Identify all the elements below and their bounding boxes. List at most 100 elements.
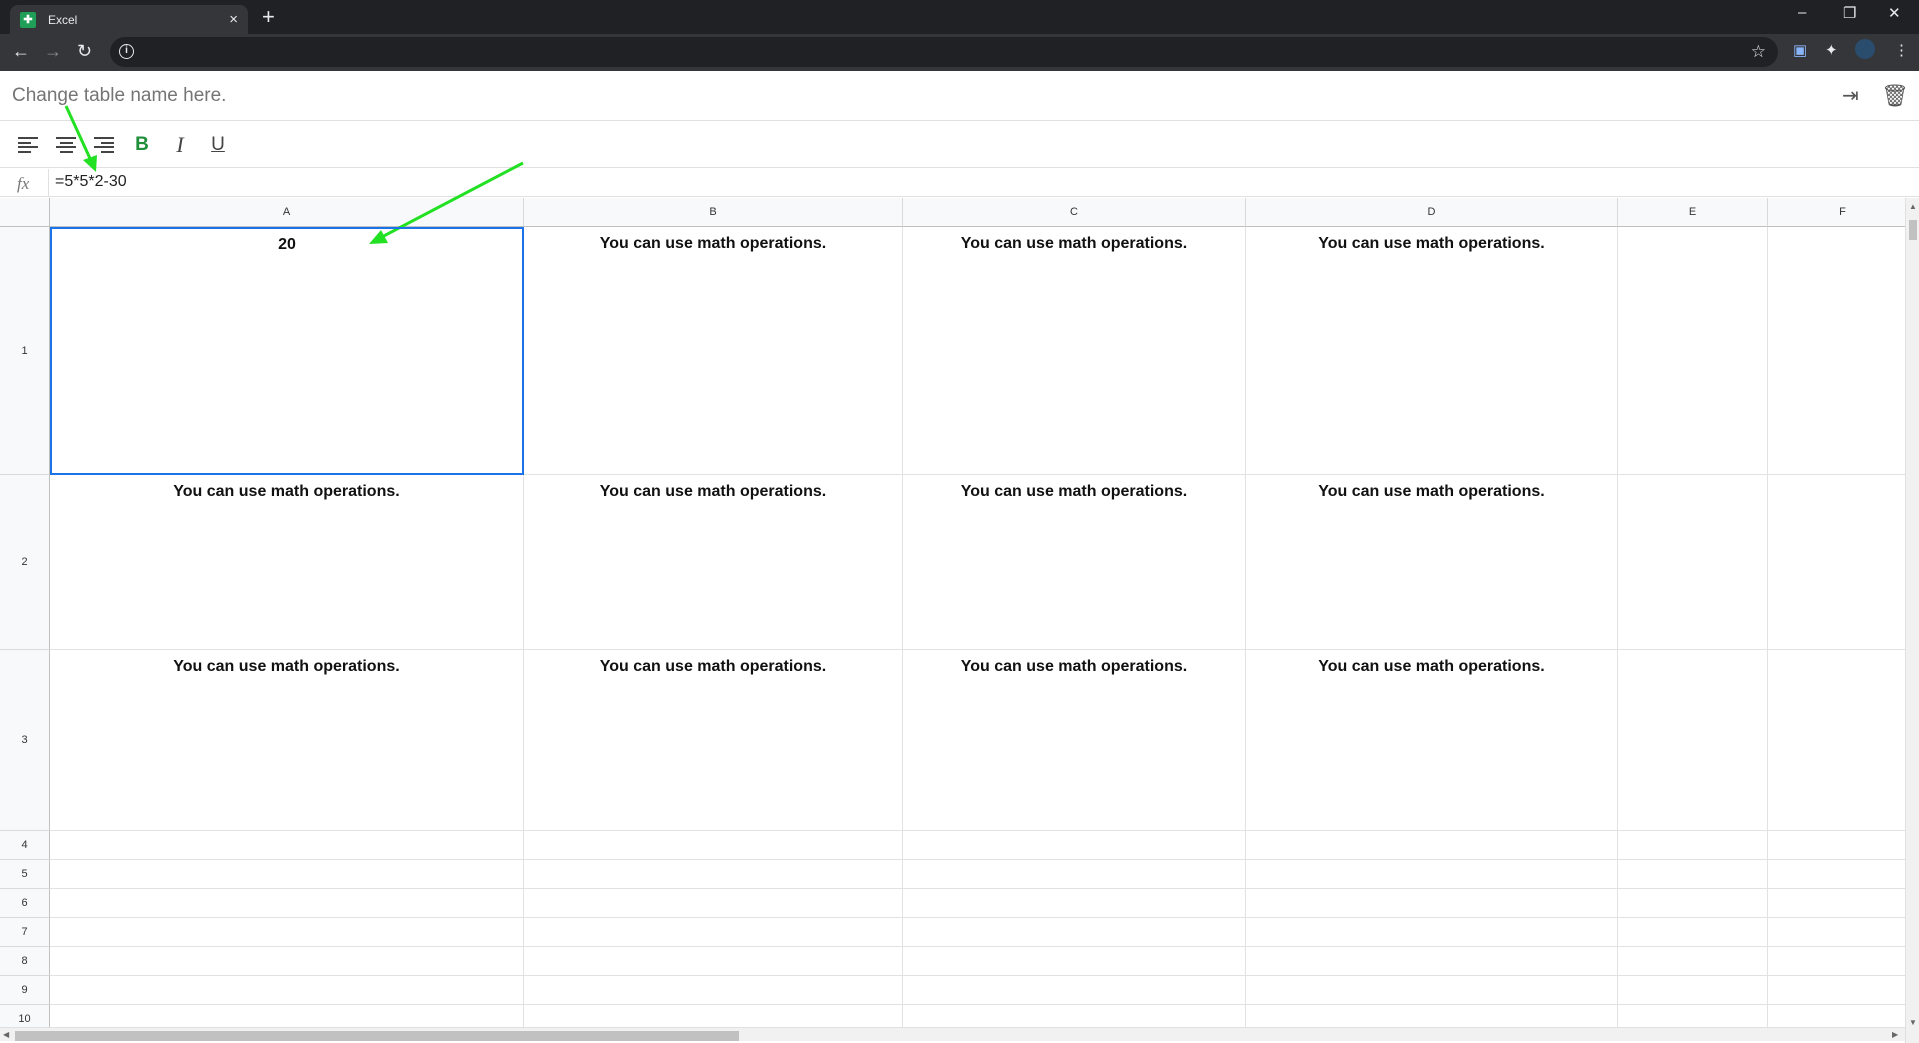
align-right-icon[interactable] [90,131,118,159]
table-cell[interactable] [903,831,1246,860]
table-cell[interactable] [1768,976,1905,1005]
table-cell[interactable] [903,1005,1246,1028]
table-cell[interactable] [1768,475,1905,650]
table-cell[interactable]: You can use math operations. [50,475,524,650]
table-cell[interactable] [1768,918,1905,947]
table-cell[interactable] [524,860,903,889]
close-window-button[interactable]: ✕ [1888,4,1901,22]
row-header-1[interactable]: 1 [0,227,50,475]
extensions-puzzle-icon[interactable]: ✦ [1825,41,1838,59]
align-left-icon[interactable] [14,131,42,159]
horizontal-scroll-thumb[interactable] [15,1031,739,1041]
table-cell[interactable]: You can use math operations. [1246,475,1618,650]
table-cell[interactable] [1768,227,1905,475]
table-cell[interactable] [1768,947,1905,976]
scroll-left-arrow-icon[interactable]: ◀ [3,1030,9,1039]
scroll-up-arrow-icon[interactable]: ▲ [1909,202,1917,211]
formula-input[interactable] [55,173,755,191]
row-header-2[interactable]: 2 [0,475,50,650]
table-cell[interactable] [524,889,903,918]
italic-button[interactable]: I [166,131,194,159]
table-cell[interactable] [1246,976,1618,1005]
table-cell[interactable]: You can use math operations. [524,227,903,475]
table-cell[interactable] [50,976,524,1005]
table-cell[interactable]: You can use math operations. [50,650,524,831]
selected-cell[interactable]: 20 [50,227,524,475]
trash-icon[interactable]: 🗑 [1881,83,1909,109]
address-bar[interactable]: i ☆ [110,37,1778,67]
table-cell[interactable] [50,947,524,976]
align-center-icon[interactable] [52,131,80,159]
table-cell[interactable] [1618,475,1768,650]
browser-menu-icon[interactable]: ⋮ [1894,41,1909,59]
vertical-scroll-thumb[interactable] [1909,220,1917,240]
table-cell[interactable] [1768,860,1905,889]
table-cell[interactable] [1246,889,1618,918]
table-cell[interactable] [903,976,1246,1005]
table-cell[interactable] [1618,860,1768,889]
back-arrow-icon[interactable]: ← [12,41,30,61]
table-cell[interactable]: You can use math operations. [903,650,1246,831]
table-cell[interactable] [524,976,903,1005]
table-cell[interactable] [1246,860,1618,889]
table-cell[interactable] [1768,1005,1905,1028]
bold-button[interactable]: B [128,131,156,159]
table-cell[interactable]: You can use math operations. [903,227,1246,475]
horizontal-scrollbar[interactable]: ◀ ▶ [0,1027,1905,1041]
close-tab-icon[interactable]: × [229,11,238,28]
forward-arrow-icon[interactable]: → [44,41,62,61]
row-header-8[interactable]: 8 [0,947,50,976]
table-cell[interactable] [1246,918,1618,947]
table-cell[interactable] [50,918,524,947]
table-cell[interactable] [1618,831,1768,860]
minimize-button[interactable]: – [1798,4,1806,21]
table-cell[interactable] [50,889,524,918]
restore-button[interactable]: ❐ [1843,4,1856,22]
table-cell[interactable] [1768,831,1905,860]
site-info-icon[interactable]: i [119,44,134,59]
row-header-3[interactable]: 3 [0,650,50,831]
table-cell[interactable] [903,889,1246,918]
new-tab-button[interactable]: + [262,4,275,30]
table-cell[interactable]: You can use math operations. [903,475,1246,650]
table-cell[interactable] [50,831,524,860]
underline-button[interactable]: U [204,131,232,159]
row-header-7[interactable]: 7 [0,918,50,947]
table-cell[interactable] [1618,650,1768,831]
reload-icon[interactable]: ↻ [77,41,92,61]
row-header-4[interactable]: 4 [0,831,50,860]
table-cell[interactable] [524,947,903,976]
table-cell[interactable] [1618,227,1768,475]
table-cell[interactable] [1246,947,1618,976]
table-cell[interactable] [903,860,1246,889]
bookmark-star-icon[interactable]: ☆ [1751,42,1766,62]
table-cell[interactable] [1246,831,1618,860]
column-header-b[interactable]: B [524,198,903,227]
table-cell[interactable] [524,1005,903,1028]
select-all-corner[interactable] [0,198,50,227]
row-header-10[interactable]: 10 [0,1005,50,1028]
table-cell[interactable] [1618,918,1768,947]
table-cell[interactable] [1618,889,1768,918]
browser-tab[interactable]: ✚ Excel × [10,5,248,34]
export-icon[interactable]: ⇥ [1842,83,1859,108]
table-cell[interactable] [1618,1005,1768,1028]
scroll-right-arrow-icon[interactable]: ▶ [1892,1030,1898,1039]
table-cell[interactable] [1768,889,1905,918]
column-header-e[interactable]: E [1618,198,1768,227]
table-cell[interactable] [1618,947,1768,976]
row-header-9[interactable]: 9 [0,976,50,1005]
row-header-6[interactable]: 6 [0,889,50,918]
table-cell[interactable]: You can use math operations. [524,475,903,650]
table-cell[interactable] [524,831,903,860]
table-cell[interactable] [524,918,903,947]
table-cell[interactable]: You can use math operations. [1246,227,1618,475]
table-cell[interactable] [50,860,524,889]
table-cell[interactable]: You can use math operations. [524,650,903,831]
vertical-scrollbar[interactable]: ▲ ▼ [1905,198,1919,1043]
column-header-a[interactable]: A [50,198,524,227]
column-header-f[interactable]: F [1768,198,1905,227]
scroll-down-arrow-icon[interactable]: ▼ [1909,1018,1917,1027]
column-header-c[interactable]: C [903,198,1246,227]
table-cell[interactable] [1246,1005,1618,1028]
